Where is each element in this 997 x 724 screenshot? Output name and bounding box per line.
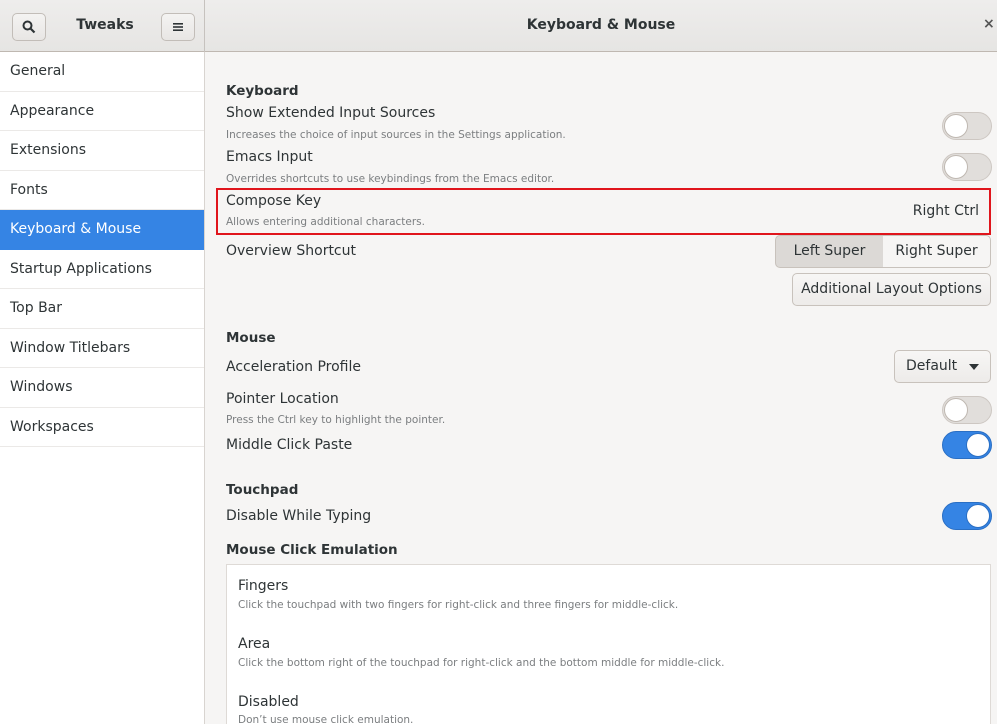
switch-knob <box>944 398 968 422</box>
mouse-section-title: Mouse <box>226 330 276 346</box>
click-emulation-list: Fingers Click the touchpad with two fing… <box>226 564 991 724</box>
middle-click-paste-title: Middle Click Paste <box>226 437 353 453</box>
sidebar-item-extensions[interactable]: Extensions <box>0 131 204 171</box>
overview-shortcut-title: Overview Shortcut <box>226 243 356 259</box>
extended-input-sources-title: Show Extended Input Sources <box>226 105 436 121</box>
mouse-click-emulation-title: Mouse Click Emulation <box>226 542 398 558</box>
compose-key-title: Compose Key <box>226 193 322 209</box>
sidebar-item-label: Top Bar <box>10 300 63 316</box>
switch-knob <box>944 114 968 138</box>
acceleration-profile-value: Default <box>906 358 958 374</box>
hamburger-menu-icon <box>173 23 183 31</box>
emulation-option-disabled-desc: Don’t use mouse click emulation. <box>238 714 414 724</box>
additional-layout-options-button[interactable]: Additional Layout Options <box>792 273 991 306</box>
sidebar-item-label: Fonts <box>10 181 48 198</box>
switch-knob <box>966 433 990 457</box>
sidebar: General Appearance Extensions Fonts Keyb… <box>0 52 205 724</box>
sidebar-item-label: Workspaces <box>10 418 94 435</box>
sidebar-item-label: Appearance <box>10 102 95 119</box>
sidebar-item-label: Keyboard & Mouse <box>10 221 142 237</box>
emulation-option-area-title[interactable]: Area <box>238 636 270 652</box>
sidebar-item-window-titlebars[interactable]: Window Titlebars <box>0 329 204 368</box>
emulation-option-disabled-title[interactable]: Disabled <box>238 694 299 710</box>
sidebar-item-appearance[interactable]: Appearance <box>0 92 204 131</box>
sidebar-item-fonts[interactable]: Fonts <box>0 171 204 210</box>
settings-panel: Keyboard Show Extended Input Sources Inc… <box>205 52 997 724</box>
emulation-option-area-desc: Click the bottom right of the touchpad f… <box>238 657 725 669</box>
middle-click-paste-switch[interactable] <box>942 431 992 459</box>
emacs-input-switch[interactable] <box>942 153 992 181</box>
chevron-down-icon <box>969 364 979 370</box>
sidebar-item-label: Extensions <box>10 142 87 158</box>
sidebar-item-keyboard-mouse[interactable]: Keyboard & Mouse <box>0 210 204 250</box>
menu-button[interactable] <box>161 13 195 41</box>
left-super-button[interactable]: Left Super <box>775 235 884 268</box>
sidebar-item-top-bar[interactable]: Top Bar <box>0 289 204 329</box>
emacs-input-desc: Overrides shortcuts to use keybindings f… <box>226 173 555 185</box>
extended-input-sources-desc: Increases the choice of input sources in… <box>226 129 566 141</box>
pointer-location-title: Pointer Location <box>226 391 339 407</box>
sidebar-item-workspaces[interactable]: Workspaces <box>0 408 204 447</box>
search-icon <box>22 20 36 34</box>
page-title: Keyboard & Mouse <box>526 17 676 33</box>
app-title: Tweaks <box>76 17 134 33</box>
disable-while-typing-switch[interactable] <box>942 502 992 530</box>
close-icon[interactable]: × <box>983 16 997 32</box>
sidebar-item-startup-applications[interactable]: Startup Applications <box>0 250 204 289</box>
switch-knob <box>944 155 968 179</box>
pointer-location-switch[interactable] <box>942 396 992 424</box>
header-bar: Tweaks Keyboard & Mouse × <box>0 0 997 52</box>
acceleration-profile-title: Acceleration Profile <box>226 359 361 375</box>
pointer-location-desc: Press the Ctrl key to highlight the poin… <box>226 414 446 426</box>
keyboard-section-title: Keyboard <box>226 83 299 99</box>
emulation-option-fingers-title[interactable]: Fingers <box>238 578 288 594</box>
extended-input-sources-switch[interactable] <box>942 112 992 140</box>
sidebar-item-label: General <box>10 63 66 79</box>
sidebar-item-label: Startup Applications <box>10 260 152 277</box>
sidebar-item-label: Window Titlebars <box>10 339 131 356</box>
switch-knob <box>966 504 990 528</box>
search-button[interactable] <box>12 13 46 41</box>
compose-key-desc: Allows entering additional characters. <box>226 216 425 228</box>
compose-key-value[interactable]: Right Ctrl <box>913 203 979 219</box>
sidebar-item-windows[interactable]: Windows <box>0 368 204 408</box>
right-super-button[interactable]: Right Super <box>883 235 991 268</box>
disable-while-typing-title: Disable While Typing <box>226 508 372 524</box>
acceleration-profile-dropdown[interactable]: Default <box>894 350 991 383</box>
touchpad-section-title: Touchpad <box>226 482 299 498</box>
emulation-option-fingers-desc: Click the touchpad with two fingers for … <box>238 599 679 611</box>
sidebar-item-label: Windows <box>10 379 73 395</box>
sidebar-header: Tweaks <box>0 0 205 52</box>
emacs-input-title: Emacs Input <box>226 149 313 165</box>
sidebar-item-general[interactable]: General <box>0 52 204 92</box>
